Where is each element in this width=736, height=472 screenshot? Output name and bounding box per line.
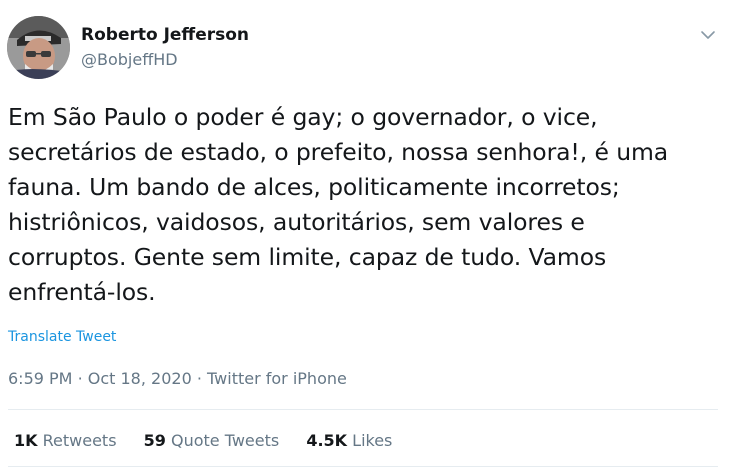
retweets-stat[interactable]: 1K Retweets — [14, 430, 117, 452]
tweet-source[interactable]: Twitter for iPhone — [207, 369, 347, 388]
chevron-down-icon[interactable] — [697, 24, 719, 46]
user-avatar[interactable] — [7, 16, 70, 79]
user-avatar-icon — [7, 16, 70, 79]
retweets-count: 1K — [14, 431, 38, 450]
retweets-label: Retweets — [42, 431, 117, 450]
tweet-card: Roberto Jefferson @BobjeffHD Em São Paul… — [0, 0, 736, 472]
translate-tweet-link[interactable]: Translate Tweet — [8, 328, 116, 346]
tweet-time[interactable]: 6:59 PM — [8, 369, 72, 388]
divider — [8, 466, 718, 467]
tweet-text: Em São Paulo o poder é gay; o governador… — [8, 103, 669, 306]
tweet-date[interactable]: Oct 18, 2020 — [88, 369, 192, 388]
author-display-name[interactable]: Roberto Jefferson — [81, 24, 249, 46]
quote-tweets-stat[interactable]: 59 Quote Tweets — [144, 430, 280, 452]
likes-stat[interactable]: 4.5K Likes — [306, 430, 392, 452]
likes-count: 4.5K — [306, 431, 348, 450]
divider — [8, 409, 718, 410]
author-handle[interactable]: @BobjeffHD — [81, 50, 178, 70]
meta-separator: · — [196, 369, 202, 388]
tweet-metadata: 6:59 PM · Oct 18, 2020 · Twitter for iPh… — [8, 369, 347, 389]
likes-label: Likes — [352, 431, 393, 450]
quote-tweets-label: Quote Tweets — [170, 431, 280, 450]
quote-tweets-count: 59 — [143, 431, 166, 450]
meta-separator: · — [77, 369, 83, 388]
engagement-stats: 1K Retweets 59 Quote Tweets 4.5K Likes — [14, 430, 414, 452]
